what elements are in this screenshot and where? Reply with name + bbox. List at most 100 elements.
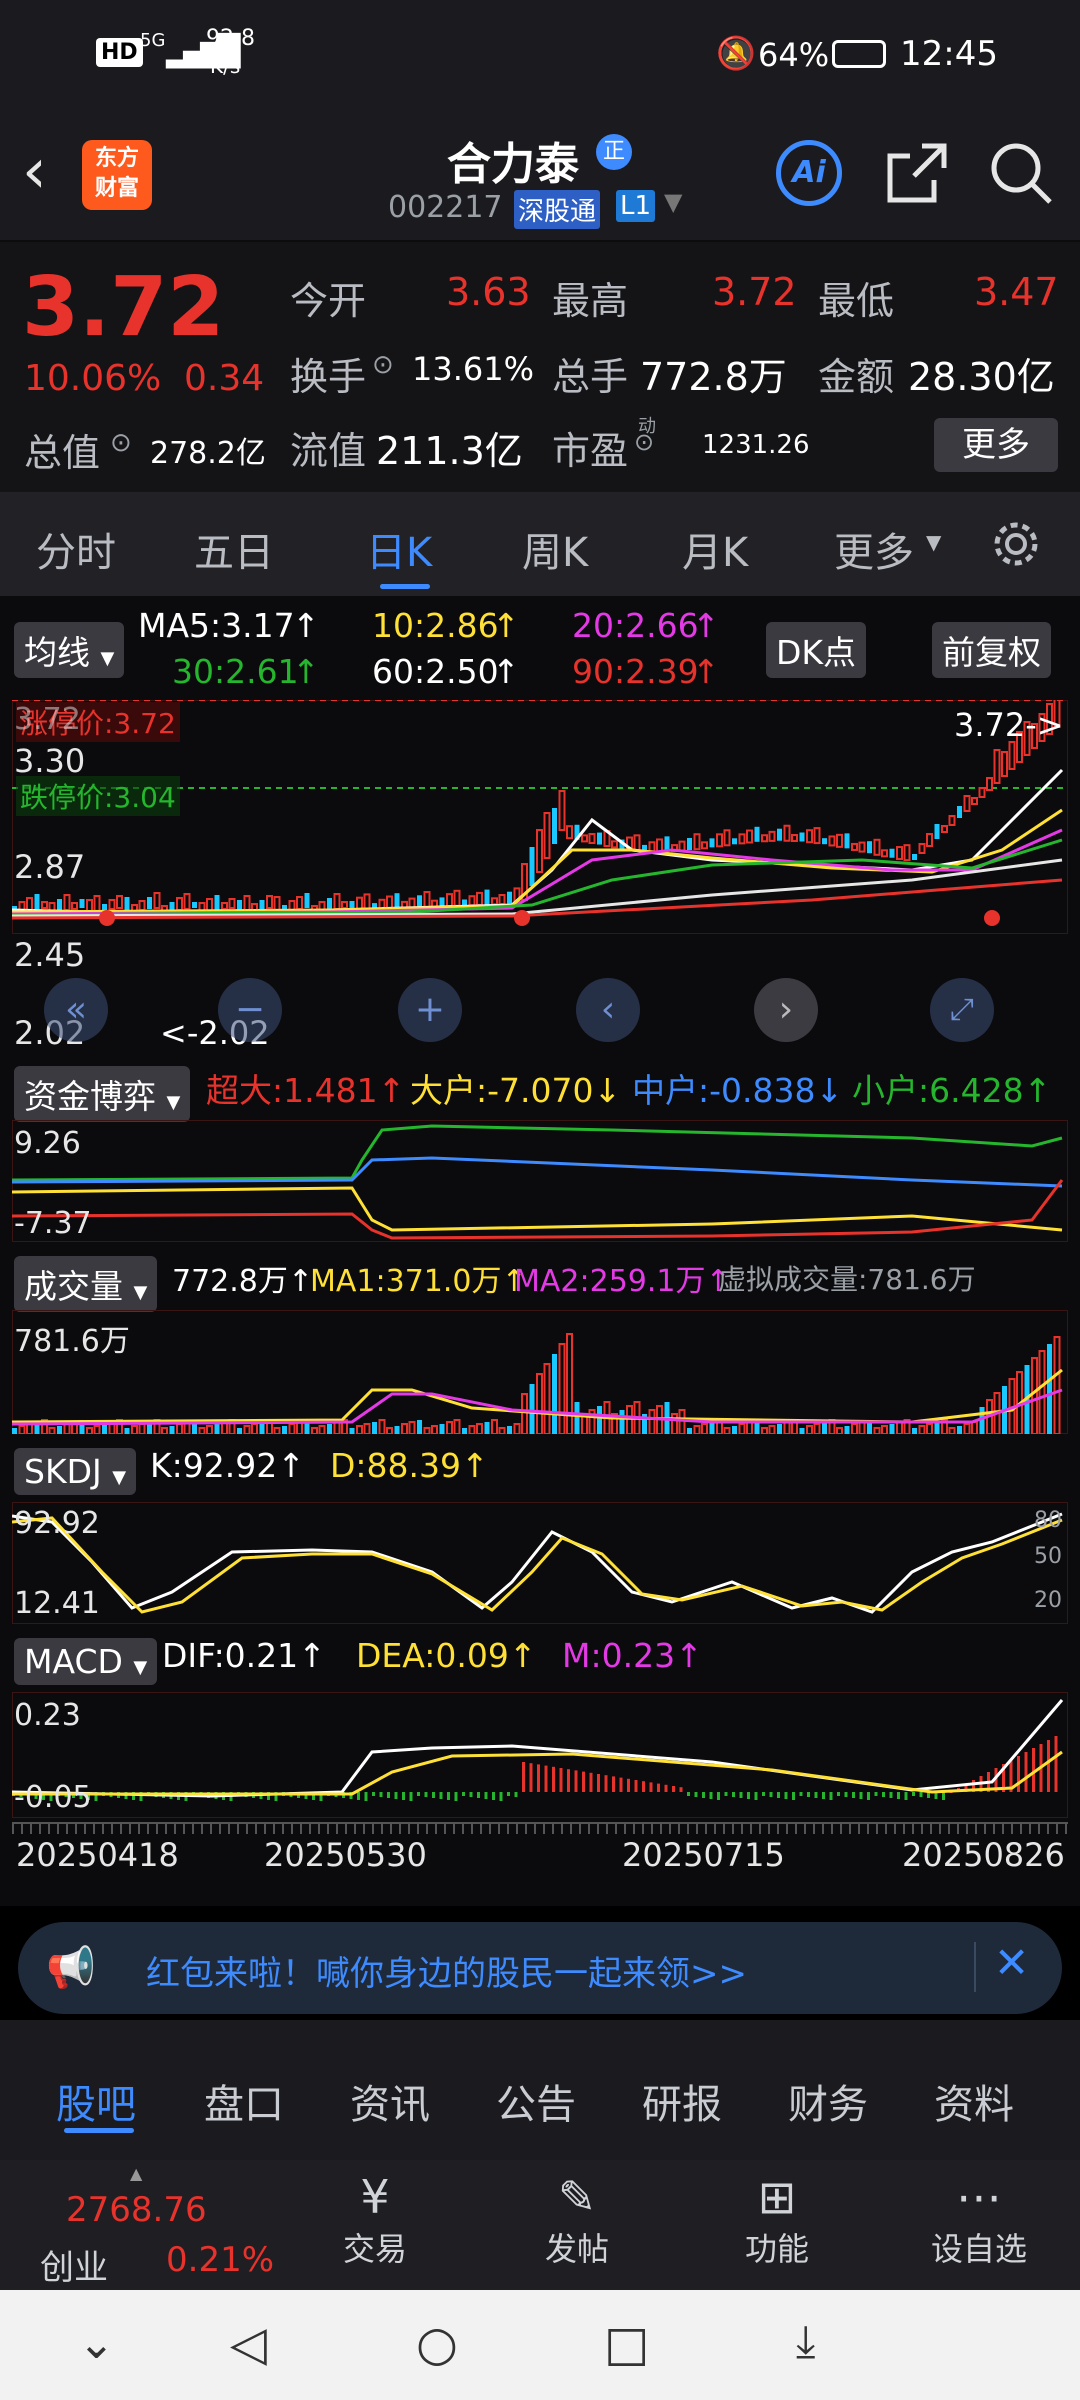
volume-bar [552,1354,557,1434]
macd-bar [664,1784,668,1792]
amount-value: 28.30亿 [908,355,1055,399]
macd-bar [364,1792,368,1801]
tab-news[interactable]: 资讯 [350,2072,430,2130]
kline-candle [701,841,708,850]
ma60-arrow-icon: ↑ [492,652,520,691]
tab-weekly-k[interactable]: 周K [522,520,588,578]
volume-bar [536,1373,543,1434]
more-dots-icon: ⋯ [956,2170,1002,2224]
tab-daily-k[interactable]: 日K [366,520,432,578]
volume-value-label: 772.8万↑ [172,1264,314,1299]
volume-bar [484,1422,490,1434]
float-label: 流值 [290,429,367,473]
turnover-info-icon[interactable]: ⊙ [372,350,394,380]
grid-icon: ⊞ [757,2170,797,2224]
volume-select[interactable]: 成交量 ▼ [14,1256,158,1312]
tab-profile[interactable]: 资料 [934,2072,1014,2130]
tab-more[interactable]: 更多 [834,520,914,578]
macd-select[interactable]: MACD ▼ [14,1638,158,1685]
macd-bar [379,1792,383,1797]
volume-bar [206,1425,213,1434]
functions-button[interactable]: ⊞ 功能 [712,2170,842,2270]
macd-bar [1054,1736,1058,1792]
search-icon[interactable] [988,140,1054,206]
scroll-right-icon[interactable]: › [754,978,818,1042]
volume-bar [957,1426,962,1434]
volume-bar [844,1426,850,1434]
small-investor-line [12,1124,1063,1182]
tab-monthly-k[interactable]: 月K [682,520,748,578]
scroll-left-icon[interactable]: ‹ [576,978,640,1042]
dk-point-button[interactable]: DK点 [766,622,867,678]
index-name[interactable]: 创业 [40,2240,108,2289]
promo-banner[interactable]: 📢 红包来啦！喊你身边的股民一起来领>> ✕ [18,1922,1062,2014]
volume-bar [401,1423,408,1434]
fullscreen-icon[interactable]: ⤢ [930,978,994,1042]
macd-bar [852,1792,855,1798]
back-icon[interactable]: ‹ [22,140,47,202]
virtual-volume: 虚拟成交量:781.6万 [718,1263,976,1296]
fund-flow-chart[interactable] [12,1120,1068,1242]
zoom-in-icon[interactable]: + [398,978,462,1042]
nav-home-icon[interactable]: ○ [416,2316,458,2372]
kline-candle [858,841,866,853]
info-icon[interactable]: ⊙ [110,428,132,458]
volume-chart[interactable] [12,1310,1068,1434]
nav-recents-icon[interactable]: □ [604,2316,649,2372]
period-tabs: 分时 五日 日K 周K 月K 更多 ▼ [0,492,1080,596]
skdj-chart[interactable] [12,1502,1068,1624]
tab-research[interactable]: 研报 [642,2072,722,2130]
ma-select[interactable]: 均线 ▼ [14,622,125,678]
kline-candle [844,833,850,849]
skdj-select[interactable]: SKDJ ▼ [14,1448,137,1495]
tab-announcements[interactable]: 公告 [496,2072,576,2130]
dk-marker [514,910,530,926]
fund-small-value: 小户:6.428 [852,1071,1024,1110]
volume-bar [356,1425,363,1434]
kline-candle [941,825,948,833]
tab-pankou[interactable]: 盘口 [204,2072,284,2130]
volume-bar [889,1424,895,1434]
macd-chart[interactable] [12,1692,1068,1818]
zoom-out-icon[interactable]: − [218,978,282,1042]
volume-bar [1031,1357,1038,1434]
index-value[interactable]: 2768.76 [66,2190,207,2230]
ai-button[interactable]: Ai [776,140,842,206]
fund-select[interactable]: 资金博弈 ▼ [14,1066,191,1122]
volume-bar [768,1425,776,1434]
share-icon[interactable] [884,140,950,206]
add-watchlist-button[interactable]: ⋯ 设自选 [914,2170,1044,2270]
logo-text-top: 东方 [94,146,139,171]
adjust-button[interactable]: 前复权 [932,622,1051,678]
nav-collapse-icon[interactable]: ⌄ [78,2318,115,2369]
macd-bar [912,1792,915,1796]
trade-button[interactable]: ¥ 交易 [310,2170,440,2270]
volume-bar [521,1393,528,1434]
skdj-d: D:88.39↑ [330,1446,489,1485]
eastmoney-logo[interactable]: 东方 财富 [82,140,152,210]
kline-candle [108,899,116,910]
tab-intraday[interactable]: 分时 [36,520,116,578]
tab-five-day[interactable]: 五日 [194,520,274,578]
kline-candle [214,895,220,910]
kline-candle [889,848,895,858]
kline-candle [588,833,596,845]
close-icon[interactable]: ✕ [994,1938,1029,1987]
volume-bar [349,1428,355,1434]
volume-bar [63,1423,71,1434]
nav-download-icon[interactable]: ⤓ [796,2316,815,2367]
tab-finance[interactable]: 财务 [788,2072,868,2130]
tab-guba[interactable]: 股吧 [56,2072,136,2130]
scroll-start-icon[interactable]: « [44,978,108,1042]
pe-info-icon[interactable]: ⊙ [634,428,654,456]
low-label: 最低 [818,279,895,323]
post-button[interactable]: ✎ 发帖 [512,2170,642,2270]
nav-back-icon[interactable]: ◁ [230,2316,267,2372]
settings-gear-icon[interactable] [990,518,1042,570]
dropdown-icon[interactable]: ▼ [664,188,682,216]
volume-bar [858,1421,866,1434]
more-button[interactable]: 更多 [934,418,1058,472]
high-value: 3.72 [712,270,797,314]
kline-candle [304,893,310,908]
volume-bar [738,1423,746,1434]
